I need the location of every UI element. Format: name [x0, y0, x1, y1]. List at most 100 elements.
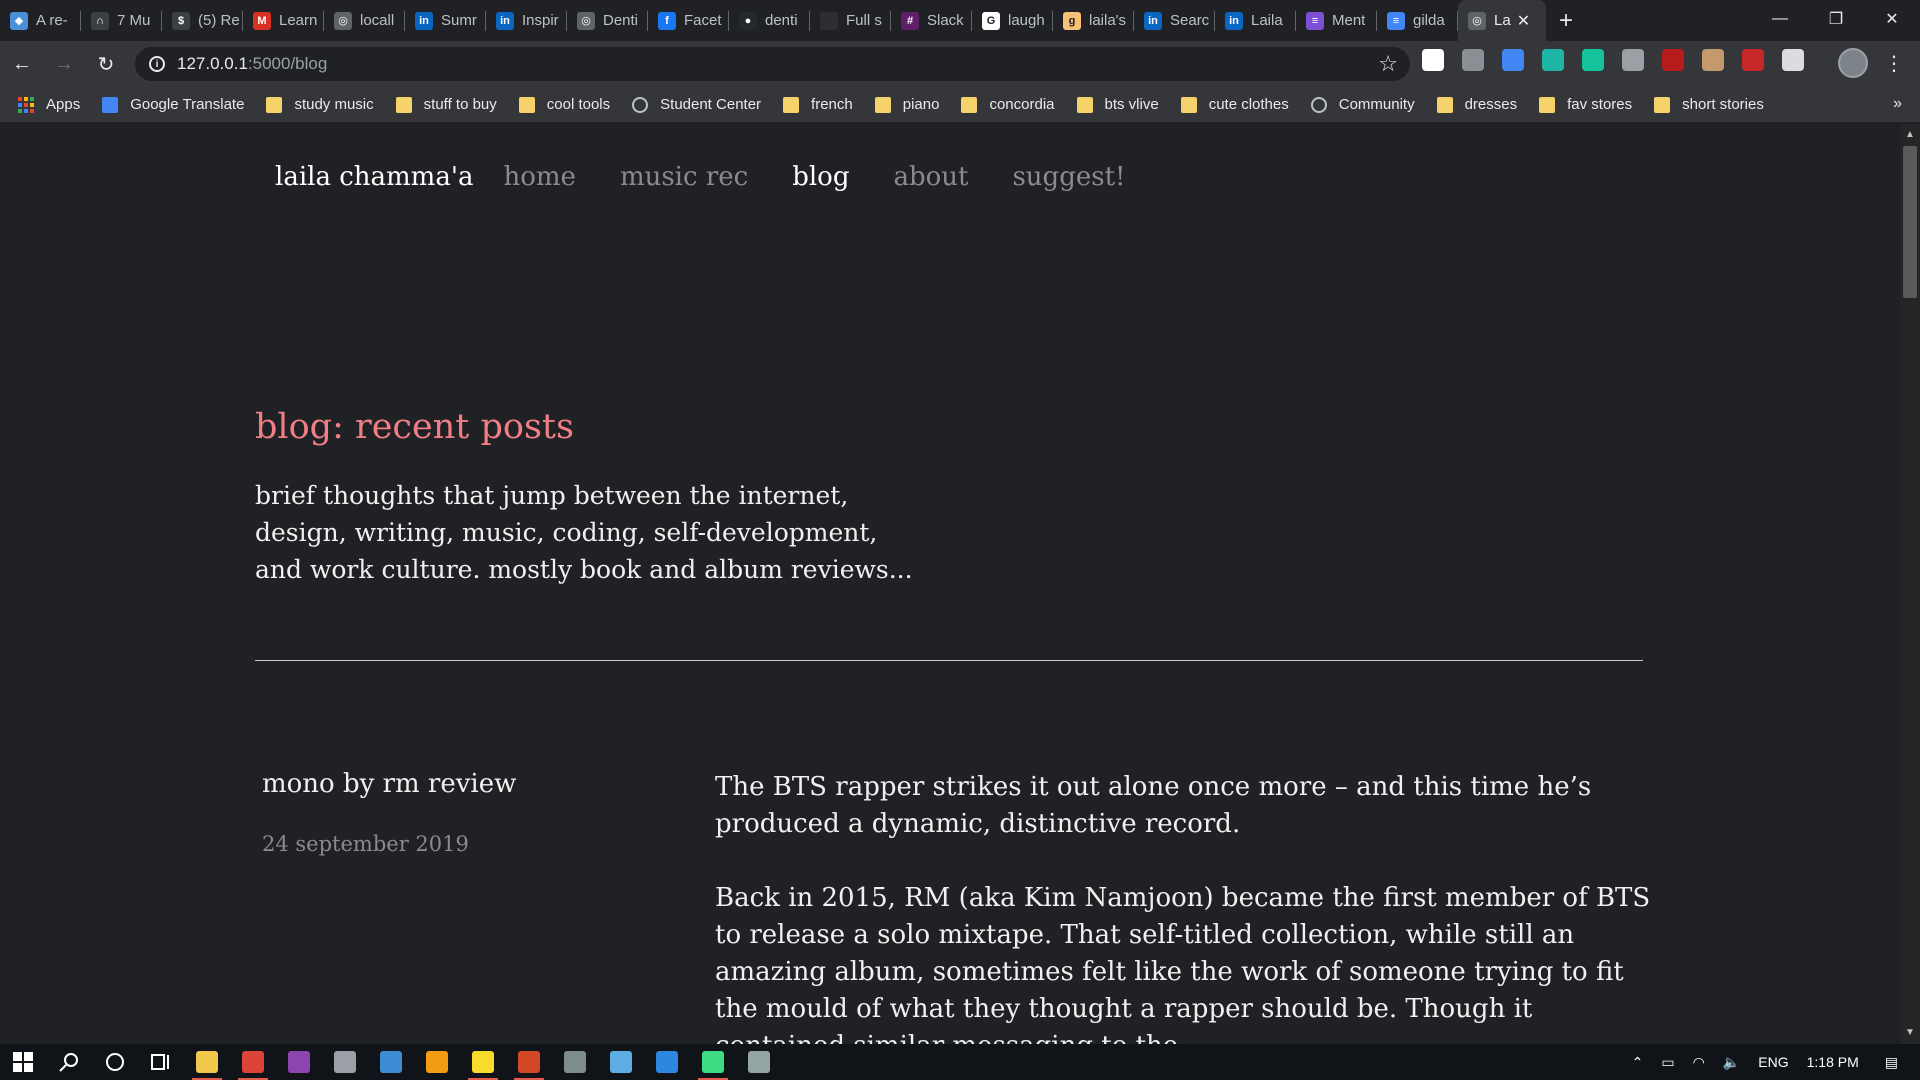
sublime-icon[interactable] — [414, 1044, 460, 1080]
site-brand[interactable]: laila chamma'a — [275, 162, 473, 192]
nav-link-suggest[interactable]: suggest! — [1012, 162, 1125, 192]
new-tab-button[interactable]: + — [1546, 0, 1586, 41]
bookmark-item[interactable]: Apps — [18, 96, 80, 113]
browser-tab[interactable]: Full s — [810, 0, 891, 41]
scroll-up-icon[interactable]: ▲ — [1904, 129, 1916, 141]
browser-tab[interactable]: Glaugh — [972, 0, 1053, 41]
post-title[interactable]: mono by rm review — [262, 769, 516, 799]
search-icon[interactable] — [46, 1044, 92, 1080]
start-icon[interactable] — [0, 1044, 46, 1080]
browser-tab[interactable]: ≡ Ment — [1296, 0, 1377, 41]
translate-extension-icon[interactable] — [1502, 49, 1524, 71]
bookmark-item[interactable]: bts vlive — [1076, 96, 1159, 113]
close-window-icon[interactable]: ✕ — [1864, 0, 1920, 38]
powerpoint-icon[interactable] — [506, 1044, 552, 1080]
chrome-icon[interactable] — [230, 1044, 276, 1080]
nav-link-blog[interactable]: blog — [792, 162, 849, 192]
notifications-icon[interactable]: ▤ — [1885, 1054, 1898, 1071]
browser-tab[interactable]: ● denti — [729, 0, 810, 41]
scrollbar-thumb[interactable] — [1903, 146, 1917, 298]
browser-tab[interactable]: ≡ gilda — [1377, 0, 1458, 41]
tab-label: 7 Mu — [117, 12, 151, 29]
m-extension-icon[interactable] — [1542, 49, 1564, 71]
volume-icon[interactable]: 🔈 — [1723, 1054, 1740, 1071]
nav-link-home[interactable]: home — [503, 162, 575, 192]
task-view-icon[interactable] — [138, 1044, 184, 1080]
browser-tab[interactable]: ◎ locall — [324, 0, 405, 41]
nav-link-music-rec[interactable]: music rec — [620, 162, 748, 192]
media-player-icon[interactable] — [276, 1044, 322, 1080]
browser-tab[interactable]: $ (5) Re — [162, 0, 243, 41]
bookmark-item[interactable]: concordia — [961, 96, 1055, 113]
profile-avatar[interactable] — [1838, 48, 1868, 78]
page-scrollbar[interactable]: ▲ ▼ — [1900, 124, 1920, 1044]
bookmark-item[interactable]: cute clothes — [1180, 96, 1289, 113]
close-icon[interactable]: ✕ — [1517, 11, 1530, 31]
browser-tab[interactable]: g laila's — [1053, 0, 1134, 41]
cortana-icon[interactable] — [92, 1044, 138, 1080]
bookmark-item[interactable]: stuff to buy — [395, 96, 497, 113]
clock[interactable]: 1:18 PM — [1807, 1054, 1859, 1070]
bookmark-item[interactable]: short stories — [1654, 96, 1764, 113]
wifi-icon[interactable]: ◠ — [1693, 1054, 1705, 1071]
browser-tab[interactable]: M Learn — [243, 0, 324, 41]
grammarly-extension-icon[interactable] — [1582, 49, 1604, 71]
gear-extension-icon[interactable] — [1702, 49, 1724, 71]
notes-app-icon[interactable] — [598, 1044, 644, 1080]
app-icon[interactable] — [322, 1044, 368, 1080]
language-indicator[interactable]: ENG — [1758, 1054, 1788, 1070]
browser-tab[interactable]: ◆ A re- — [0, 0, 81, 41]
browser-tab[interactable]: # Slack — [891, 0, 972, 41]
bookmark-item[interactable]: piano — [874, 96, 939, 113]
bookmark-label: Apps — [46, 96, 81, 113]
circle-extension-icon[interactable] — [1782, 49, 1804, 71]
bookmark-item[interactable]: cool tools — [518, 96, 610, 113]
bookmark-star-icon[interactable]: ☆ — [1378, 51, 1398, 77]
back-icon[interactable]: ← — [2, 44, 42, 84]
app-glyph-icon — [334, 1051, 356, 1073]
browser-tab[interactable]: in Sumr — [405, 0, 486, 41]
sticky-notes-icon[interactable] — [460, 1044, 506, 1080]
bookmark-item[interactable]: dresses — [1436, 96, 1517, 113]
library-icon[interactable] — [368, 1044, 414, 1080]
bookmark-item[interactable]: fav stores — [1539, 96, 1632, 113]
browser-tab[interactable]: f Facet — [648, 0, 729, 41]
chevron-up-icon[interactable]: ⌃ — [1632, 1054, 1644, 1071]
browser-tab[interactable]: in Inspir — [486, 0, 567, 41]
url-host: 127.0.0.1 — [177, 54, 248, 73]
forward-icon[interactable]: → — [44, 44, 84, 84]
nav-link-about[interactable]: about — [893, 162, 968, 192]
bookmarks-overflow-icon[interactable]: » — [1893, 95, 1902, 113]
flag-extension-icon[interactable] — [1742, 49, 1764, 71]
block-extension-icon[interactable] — [1422, 49, 1444, 71]
bookmark-item[interactable]: study music — [266, 96, 374, 113]
nx-extension-icon[interactable] — [1462, 49, 1484, 71]
puzzle-extension-icon[interactable] — [1622, 49, 1644, 71]
scroll-down-icon[interactable]: ▼ — [1904, 1027, 1916, 1039]
menu-icon[interactable]: ⋮ — [1884, 51, 1904, 76]
browser-tab[interactable]: in Laila — [1215, 0, 1296, 41]
bookmark-item[interactable]: Google Translate — [102, 96, 244, 113]
active-tab[interactable]: ◎ La ✕ — [1458, 0, 1546, 41]
browser-tab[interactable]: in Searc — [1134, 0, 1215, 41]
restore-icon[interactable]: ❐ — [1808, 0, 1864, 38]
ublock-extension-icon[interactable] — [1662, 49, 1684, 71]
folder-icon — [1654, 96, 1671, 113]
bookmark-item[interactable]: french — [783, 96, 853, 113]
bookmark-item[interactable]: Community — [1310, 96, 1415, 113]
info-icon[interactable]: i — [149, 56, 165, 72]
browser-tab[interactable]: ◎ Denti — [567, 0, 648, 41]
minimize-icon[interactable]: — — [1752, 0, 1808, 38]
file-explorer-icon[interactable] — [184, 1044, 230, 1080]
bookmark-item[interactable]: Student Center — [632, 96, 761, 113]
address-bar[interactable]: i 127.0.0.1:5000/blog ☆ — [135, 47, 1410, 81]
photos-icon[interactable] — [644, 1044, 690, 1080]
browser-tab[interactable]: ∩ 7 Mu — [81, 0, 162, 41]
folder-icon — [1539, 96, 1556, 113]
reload-icon[interactable]: ↻ — [86, 44, 126, 84]
bookmark-label: stuff to buy — [423, 96, 497, 113]
android-studio-icon[interactable] — [690, 1044, 736, 1080]
paint-icon[interactable] — [736, 1044, 782, 1080]
battery-icon[interactable]: ▭ — [1661, 1054, 1674, 1071]
network-app-icon[interactable] — [552, 1044, 598, 1080]
